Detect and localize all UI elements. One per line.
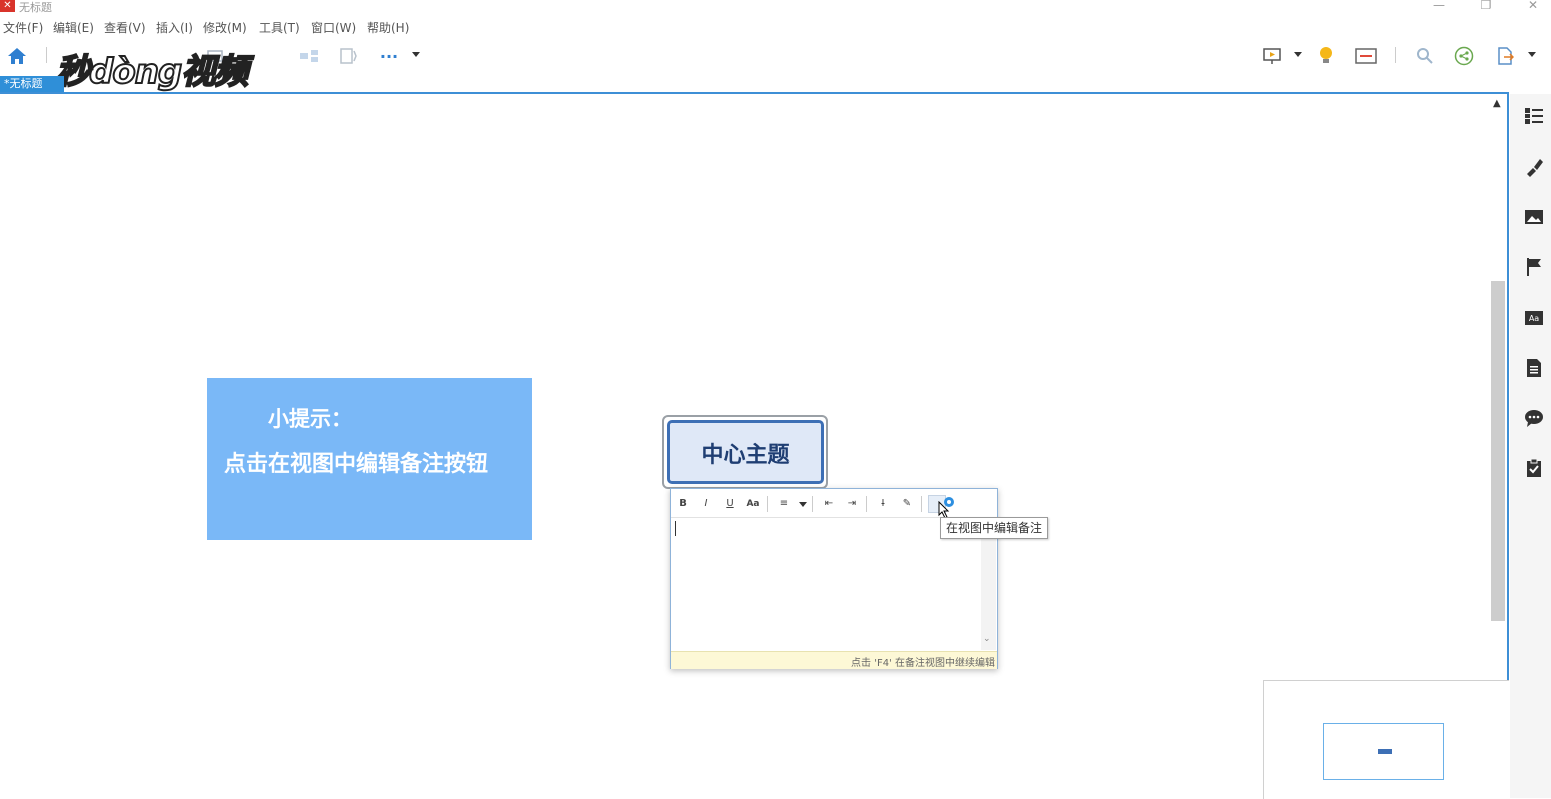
style-icon[interactable]: Aa [1522,306,1546,330]
notes-toolbar-separator [767,496,768,512]
close-button[interactable]: ✕ [1522,0,1544,13]
app-logo-icon: ✕ [0,0,15,12]
notes-toolbar-separator [812,496,813,512]
notes-toolbar-separator [866,496,867,512]
chevron-down-icon[interactable] [1294,52,1302,57]
menu-tools[interactable]: 工具(T) [259,19,300,36]
boundary-icon[interactable] [337,45,359,67]
menu-window[interactable]: 窗口(W) [311,19,356,36]
outline-icon[interactable] [1522,104,1546,128]
notes-status-text: 点击 'F4' 在备注视图中继续编辑 [851,658,995,669]
menu-help[interactable]: 帮助(H) [367,19,409,36]
share-icon[interactable] [1453,45,1475,67]
minimize-button[interactable]: — [1428,0,1450,13]
menu-insert[interactable]: 插入(I) [156,19,193,36]
more-icon[interactable]: ··· [378,45,400,67]
menu-view[interactable]: 查看(V) [104,19,146,36]
toolbar-separator [1395,47,1396,63]
idea-icon[interactable] [1315,45,1337,67]
chevron-down-icon[interactable] [412,52,420,57]
scroll-down-icon[interactable]: ⌄ [983,634,991,644]
export-icon[interactable] [1494,45,1516,67]
outdent-button[interactable]: ⇤ [820,496,838,512]
task-icon[interactable] [1522,456,1546,480]
menu-file[interactable]: 文件(F) [3,19,43,36]
canvas-top-border [0,92,1509,94]
scroll-up-icon[interactable]: ▲ [1493,98,1501,109]
notes-textarea[interactable] [672,518,980,650]
underline-button[interactable]: U [721,496,739,512]
format-icon[interactable] [1522,155,1546,179]
window-title: 无标题 [19,1,52,14]
restore-button[interactable]: ❐ [1475,0,1497,13]
text-caret [675,521,676,536]
watermark: 秒dòng视频 [55,51,249,93]
scroll-thumb[interactable] [1491,281,1505,621]
overview-topic-marker [1378,749,1392,754]
marker-icon[interactable] [1522,255,1546,279]
relationship-icon[interactable] [298,45,320,67]
menu-edit[interactable]: 编辑(E) [53,19,94,36]
align-chevron-down-icon[interactable] [799,502,807,507]
bold-button[interactable]: B [674,496,692,512]
search-icon[interactable] [1414,45,1436,67]
hint-text: 点击在视图中编辑备注按钮 [224,452,489,477]
right-side-panel [1510,94,1551,798]
pitch-icon[interactable] [1355,45,1377,67]
notes-icon[interactable] [1522,356,1546,380]
image-icon[interactable] [1522,205,1546,229]
svg-text:Aa: Aa [1529,314,1539,323]
hint-title: 小提示： [268,407,352,431]
tooltip: 在视图中编辑备注 [940,517,1049,539]
highlight-button[interactable]: ✎ [898,496,916,512]
title-bar [0,0,1551,14]
tab-untitled[interactable]: *无标题 [0,76,64,92]
toolbar-separator [46,47,47,63]
comments-icon[interactable] [1522,406,1546,430]
clear-format-button[interactable]: I [874,496,892,512]
indent-button[interactable]: ⇥ [843,496,861,512]
align-button[interactable]: ≡ [775,496,793,512]
chevron-down-icon[interactable] [1528,52,1536,57]
presentation-icon[interactable] [1261,45,1283,67]
italic-button[interactable]: I [697,496,715,512]
notes-toolbar-separator [921,496,922,512]
home-icon[interactable] [6,45,28,67]
menu-modify[interactable]: 修改(M) [203,19,247,36]
central-topic-label[interactable]: 中心主题 [667,437,824,469]
font-size-button[interactable]: Aa [744,496,762,512]
